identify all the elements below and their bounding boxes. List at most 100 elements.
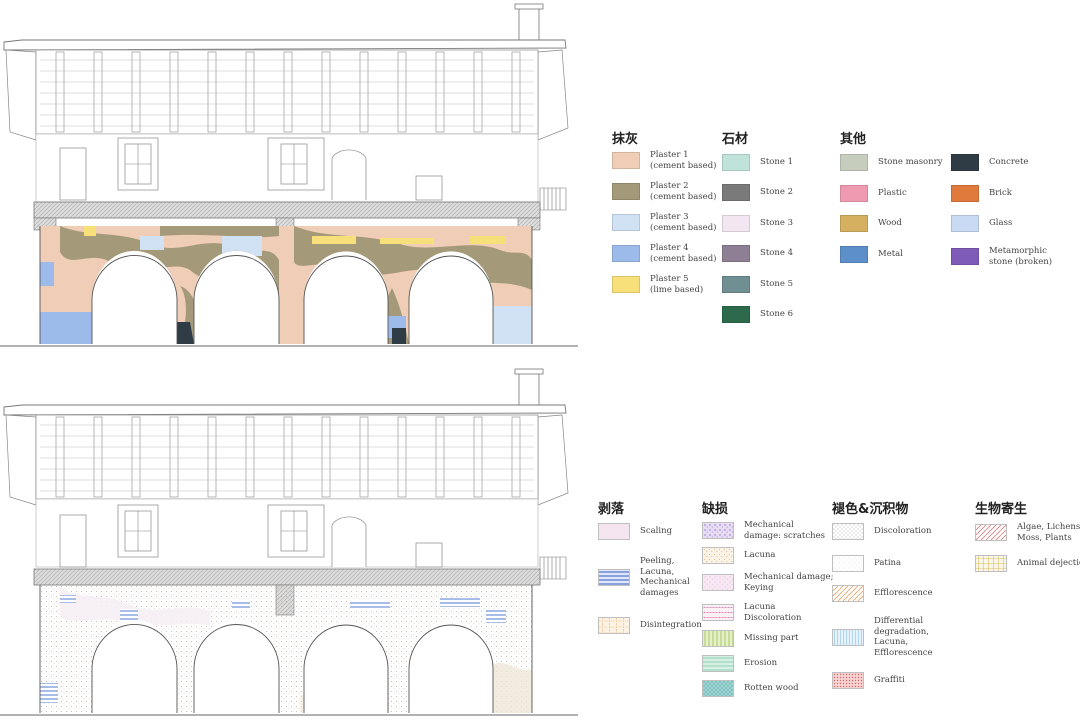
legend-label: Plaster 5 (lime based) <box>650 274 704 295</box>
legend-item: Stone 6 <box>722 306 793 323</box>
rafter <box>283 51 293 133</box>
legend-swatch <box>840 185 868 202</box>
legend-item: Patina <box>832 555 901 572</box>
legend-pattern-swatch <box>598 568 630 586</box>
legend-swatch <box>951 215 979 232</box>
material-elevation-drawing <box>0 3 578 347</box>
rafter <box>131 416 141 498</box>
legend-label: Mechanical damage; Keying <box>744 572 834 593</box>
arcade-wall-decay <box>40 585 532 713</box>
legend-item: Disintegration <box>598 617 702 634</box>
legend-swatch <box>840 215 868 232</box>
legend-pattern-swatch <box>975 524 1007 541</box>
legend-item: Scaling <box>598 523 672 540</box>
legend-label: Graffiti <box>874 675 905 686</box>
rafter <box>359 416 369 498</box>
legend-item: Plaster 4 (cement based) <box>612 243 716 264</box>
legend-item: Stone 4 <box>722 245 793 262</box>
legend-swatch <box>840 154 868 171</box>
rafter <box>55 416 65 498</box>
legend-item: Stone 2 <box>722 184 793 201</box>
upper-floor <box>35 133 567 211</box>
legend-item: Metamorphic stone (broken) <box>951 246 1052 267</box>
legend-label: Metal <box>878 249 903 260</box>
legend-item: Graffiti <box>832 672 905 689</box>
legend-item: Plaster 3 (cement based) <box>612 212 716 233</box>
legend-item: Differential degradation, Lacuna, Efflor… <box>832 616 933 658</box>
rafter <box>435 416 445 498</box>
legend-label: Stone 3 <box>760 218 793 229</box>
legend-swatch <box>951 154 979 171</box>
upper-floor <box>35 498 567 580</box>
legend-item: Plaster 2 (cement based) <box>612 181 716 202</box>
legend-item: Lacuna <box>702 547 776 564</box>
legend-pattern-swatch <box>832 523 864 540</box>
legend-label: Stone 6 <box>760 309 793 320</box>
legend-label: Algae, Lichens, Moss, Plants <box>1017 522 1080 543</box>
legend-label: Lacuna <box>744 550 776 561</box>
legend-swatch <box>951 185 979 202</box>
legend-swatch <box>722 215 750 232</box>
rafter <box>321 51 331 133</box>
rafter <box>207 416 217 498</box>
legend-swatch <box>612 183 640 200</box>
chimney <box>514 368 544 408</box>
legend-item: Concrete <box>951 154 1028 171</box>
legend-pattern-swatch <box>702 574 734 591</box>
rafter <box>93 51 103 133</box>
legend-label: Lacuna Discoloration <box>744 602 802 623</box>
legend-pattern-swatch <box>832 672 864 689</box>
legend-label: Concrete <box>989 157 1029 168</box>
legend-item: Efflorescence <box>832 585 933 602</box>
legend-label: Plaster 1 (cement based) <box>650 150 717 171</box>
legend-item: Wood <box>840 215 902 232</box>
legend-group-title: 其他 <box>840 132 867 147</box>
legend-swatch <box>951 248 979 265</box>
legend-swatch <box>612 152 640 169</box>
legend-pattern-swatch <box>702 604 734 621</box>
legend-item: Stone masonry <box>840 154 943 171</box>
legend-label: Differential degradation, Lacuna, Efflor… <box>874 616 933 658</box>
legend-label: Stone 5 <box>760 279 793 290</box>
legend-swatch <box>840 246 868 263</box>
legend-label: Stone 1 <box>760 157 793 168</box>
legend-swatch <box>612 214 640 231</box>
legend-swatch <box>722 306 750 323</box>
legend-swatch <box>612 276 640 293</box>
legend-pattern-swatch <box>832 585 864 602</box>
legend-label: Wood <box>878 218 902 229</box>
legend-pattern-swatch <box>975 555 1007 572</box>
legend-label: Peeling, Lacuna, Mechanical damages <box>640 556 690 598</box>
legend-item: Mechanical damage; Keying <box>702 572 833 593</box>
legend-item: Plaster 1 (cement based) <box>612 150 716 171</box>
legend-label: Mechanical damage: scratches <box>744 520 825 541</box>
legend-item: Peeling, Lacuna, Mechanical damages <box>598 556 690 598</box>
legend-item: Plastic <box>840 185 907 202</box>
legend-group-title: 生物寄生 <box>975 502 1028 517</box>
legend-label: Plastic <box>878 188 907 199</box>
legend-swatch <box>612 245 640 262</box>
legend-label: Brick <box>989 188 1012 199</box>
legend-item: Rotten wood <box>702 680 799 697</box>
legend-item: Mechanical damage: scratches <box>702 520 825 541</box>
rafter <box>283 416 293 498</box>
legend-label: Animal dejections <box>1017 558 1080 569</box>
rafter <box>511 416 521 498</box>
legend-swatch <box>722 184 750 201</box>
legend-item: Algae, Lichens, Moss, Plants <box>975 522 1080 543</box>
legend-item: Stone 1 <box>722 154 793 171</box>
legend-label: Rotten wood <box>744 683 799 694</box>
legend-pattern-swatch <box>702 522 734 539</box>
legend-group-title: 褪色&沉积物 <box>832 502 909 517</box>
rafter <box>207 51 217 133</box>
legend-label: Patina <box>874 558 902 569</box>
legend-pattern-swatch <box>598 523 630 540</box>
legend-label: Stone 2 <box>760 187 793 198</box>
legend-item: Metal <box>840 246 903 263</box>
rafter <box>93 416 103 498</box>
legend-item: Glass <box>951 215 1012 232</box>
rafter <box>511 51 521 133</box>
legend-label: Missing part <box>744 633 799 644</box>
legend-label: Discoloration <box>874 526 932 537</box>
legend-item: Brick <box>951 185 1012 202</box>
